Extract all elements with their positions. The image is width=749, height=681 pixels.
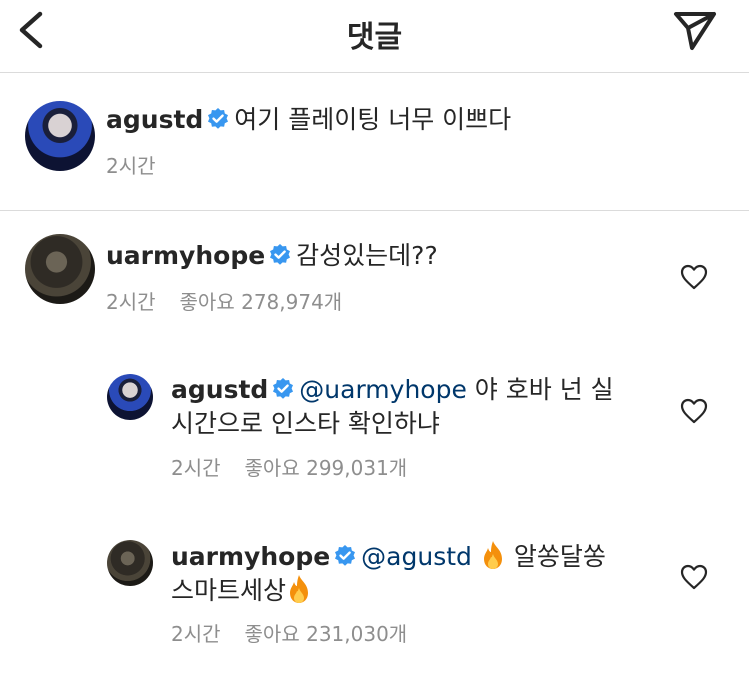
caption-line: agustd 여기 플레이팅 너무 이쁘다 (106, 104, 511, 136)
timestamp: 2시간 (106, 290, 156, 314)
comment-meta: 2시간 좋아요 299,031개 (171, 455, 407, 481)
avatar[interactable] (107, 374, 153, 420)
username[interactable]: agustd (171, 375, 268, 404)
like-count[interactable]: 좋아요 299,031개 (245, 456, 408, 480)
like-count[interactable]: 좋아요 278,974개 (180, 290, 343, 314)
reply-line: agustd @uarmyhope 야 호바 넌 실 (171, 374, 614, 406)
reply-line-2: 스마트세상 (171, 574, 312, 607)
comments-header: 댓글 (0, 0, 749, 73)
fire-icon (483, 541, 502, 569)
page-title: 댓글 (346, 20, 403, 55)
comment-meta: 2시간 좋아요 278,974개 (106, 289, 342, 315)
mention-link[interactable]: @agustd (361, 542, 472, 571)
timestamp: 2시간 (171, 456, 221, 480)
timestamp: 2시간 (171, 622, 221, 646)
reply-text: 야 호바 넌 실 (474, 375, 614, 404)
username[interactable]: agustd (106, 105, 203, 134)
username[interactable]: uarmyhope (171, 542, 330, 571)
timestamp: 2시간 (106, 154, 156, 178)
caption-text: 여기 플레이팅 너무 이쁘다 (234, 105, 512, 134)
heart-icon[interactable] (680, 398, 708, 424)
avatar[interactable] (25, 101, 95, 171)
mention-link[interactable]: @uarmyhope (299, 375, 467, 404)
comment-meta: 2시간 (106, 153, 156, 179)
verified-badge-icon (273, 378, 294, 399)
comment-meta: 2시간 좋아요 231,030개 (171, 621, 407, 647)
like-count[interactable]: 좋아요 231,030개 (245, 622, 408, 646)
comment-line: uarmyhope 감성있는데?? (106, 240, 438, 272)
fire-icon (290, 575, 309, 603)
username[interactable]: uarmyhope (106, 241, 265, 270)
post-caption: agustd 여기 플레이팅 너무 이쁘다 2시간 (0, 73, 749, 211)
reply-text: 시간으로 인스타 확인하냐 (171, 409, 440, 438)
avatar[interactable] (25, 234, 95, 304)
heart-icon[interactable] (680, 264, 708, 290)
verified-badge-icon (208, 108, 229, 129)
reply-line: uarmyhope @agustd 알쏭달쏭 (171, 540, 606, 573)
heart-icon[interactable] (680, 564, 708, 590)
reply-text: 알쏭달쏭 (513, 542, 606, 571)
verified-badge-icon (270, 244, 291, 265)
comment-text: 감성있는데?? (296, 241, 438, 270)
send-icon[interactable] (672, 8, 718, 52)
avatar[interactable] (107, 540, 153, 586)
reply-line-2: 시간으로 인스타 확인하냐 (171, 408, 440, 440)
reply-text: 스마트세상 (171, 576, 287, 605)
verified-badge-icon (335, 545, 356, 566)
